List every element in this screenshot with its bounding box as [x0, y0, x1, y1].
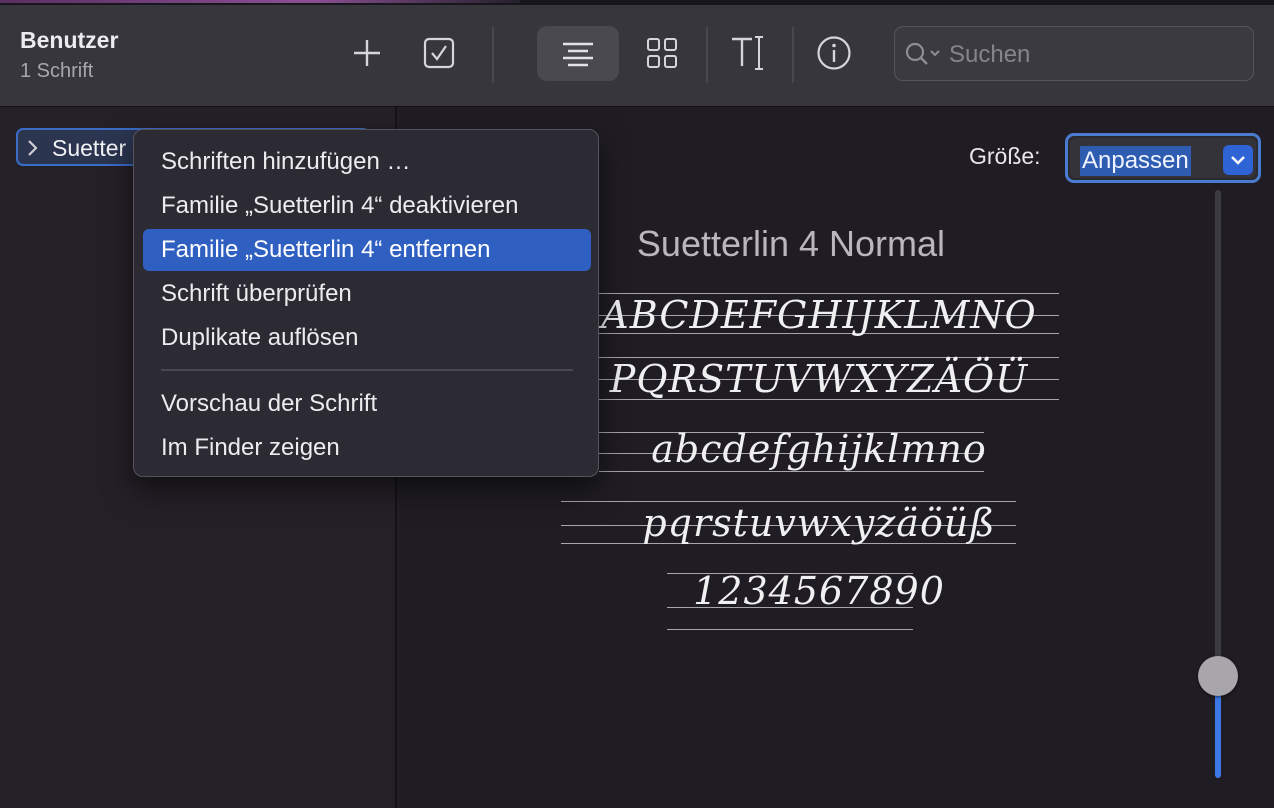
- specimen-uppercase-2: PQRSTUVWXYZÄÖÜ: [609, 357, 1029, 401]
- toolbar-separator: [492, 27, 494, 83]
- specimen-lowercase-2: pqrstuvwxyzäöüß: [642, 501, 996, 545]
- specimen-lowercase-1: abcdefghijklmno: [651, 427, 987, 471]
- font-specimen: ABCDEFGHIJKLMNO PQRSTUVWXYZÄÖÜ abcdefghi…: [539, 287, 1099, 647]
- specimen-uppercase-1: ABCDEFGHIJKLMNO: [601, 293, 1037, 337]
- toolbar-separator: [792, 27, 794, 83]
- size-label: Größe:: [969, 143, 1041, 169]
- size-slider-thumb[interactable]: [1198, 656, 1238, 696]
- menu-item-remove-family[interactable]: Familie „Suetterlin 4“ entfernen: [143, 229, 591, 271]
- search-icon: [905, 42, 940, 65]
- checkbox-icon: [423, 37, 455, 69]
- validate-button[interactable]: [414, 27, 464, 79]
- text-cursor-icon: [732, 36, 763, 70]
- chevron-down-icon: [1231, 156, 1245, 165]
- font-book-window: Benutzer 1 Schrift Suchen Suetter Größe:…: [0, 0, 1274, 808]
- menu-item-show-in-finder[interactable]: Im Finder zeigen: [143, 427, 591, 469]
- size-select[interactable]: Anpassen: [1065, 133, 1261, 183]
- menu-separator: [161, 369, 573, 371]
- chevron-right-icon[interactable]: [26, 137, 40, 159]
- menu-item-deactivate-family[interactable]: Familie „Suetterlin 4“ deaktivieren: [143, 185, 591, 227]
- custom-preview-button[interactable]: [724, 27, 774, 79]
- search-field[interactable]: Suchen: [894, 26, 1254, 81]
- info-icon: [817, 36, 851, 70]
- search-placeholder: Suchen: [949, 41, 1031, 68]
- list-view-icon: [563, 42, 593, 66]
- menu-item-validate-font[interactable]: Schrift überprüfen: [143, 273, 591, 315]
- grid-view-icon: [647, 38, 677, 68]
- menu-item-add-fonts[interactable]: Schriften hinzufügen …: [143, 141, 591, 183]
- add-button[interactable]: [342, 27, 392, 79]
- info-button[interactable]: [809, 27, 859, 79]
- grid-view-button[interactable]: [637, 27, 687, 79]
- size-select-value: Anpassen: [1080, 146, 1191, 176]
- menu-item-preview-font[interactable]: Vorschau der Schrift: [143, 383, 591, 425]
- list-view-button[interactable]: [537, 26, 619, 81]
- specimen-digits: 1234567890: [693, 569, 945, 613]
- add-icon: [354, 40, 380, 66]
- size-dropdown-button[interactable]: [1223, 145, 1253, 175]
- window-title: Benutzer: [20, 27, 119, 53]
- context-menu: Schriften hinzufügen … Familie „Suetterl…: [133, 129, 599, 477]
- menu-item-resolve-duplicates[interactable]: Duplikate auflösen: [143, 317, 591, 359]
- toolbar: Benutzer 1 Schrift Suchen: [0, 5, 1274, 107]
- toolbar-separator: [706, 27, 708, 83]
- window-subtitle: 1 Schrift: [20, 60, 94, 82]
